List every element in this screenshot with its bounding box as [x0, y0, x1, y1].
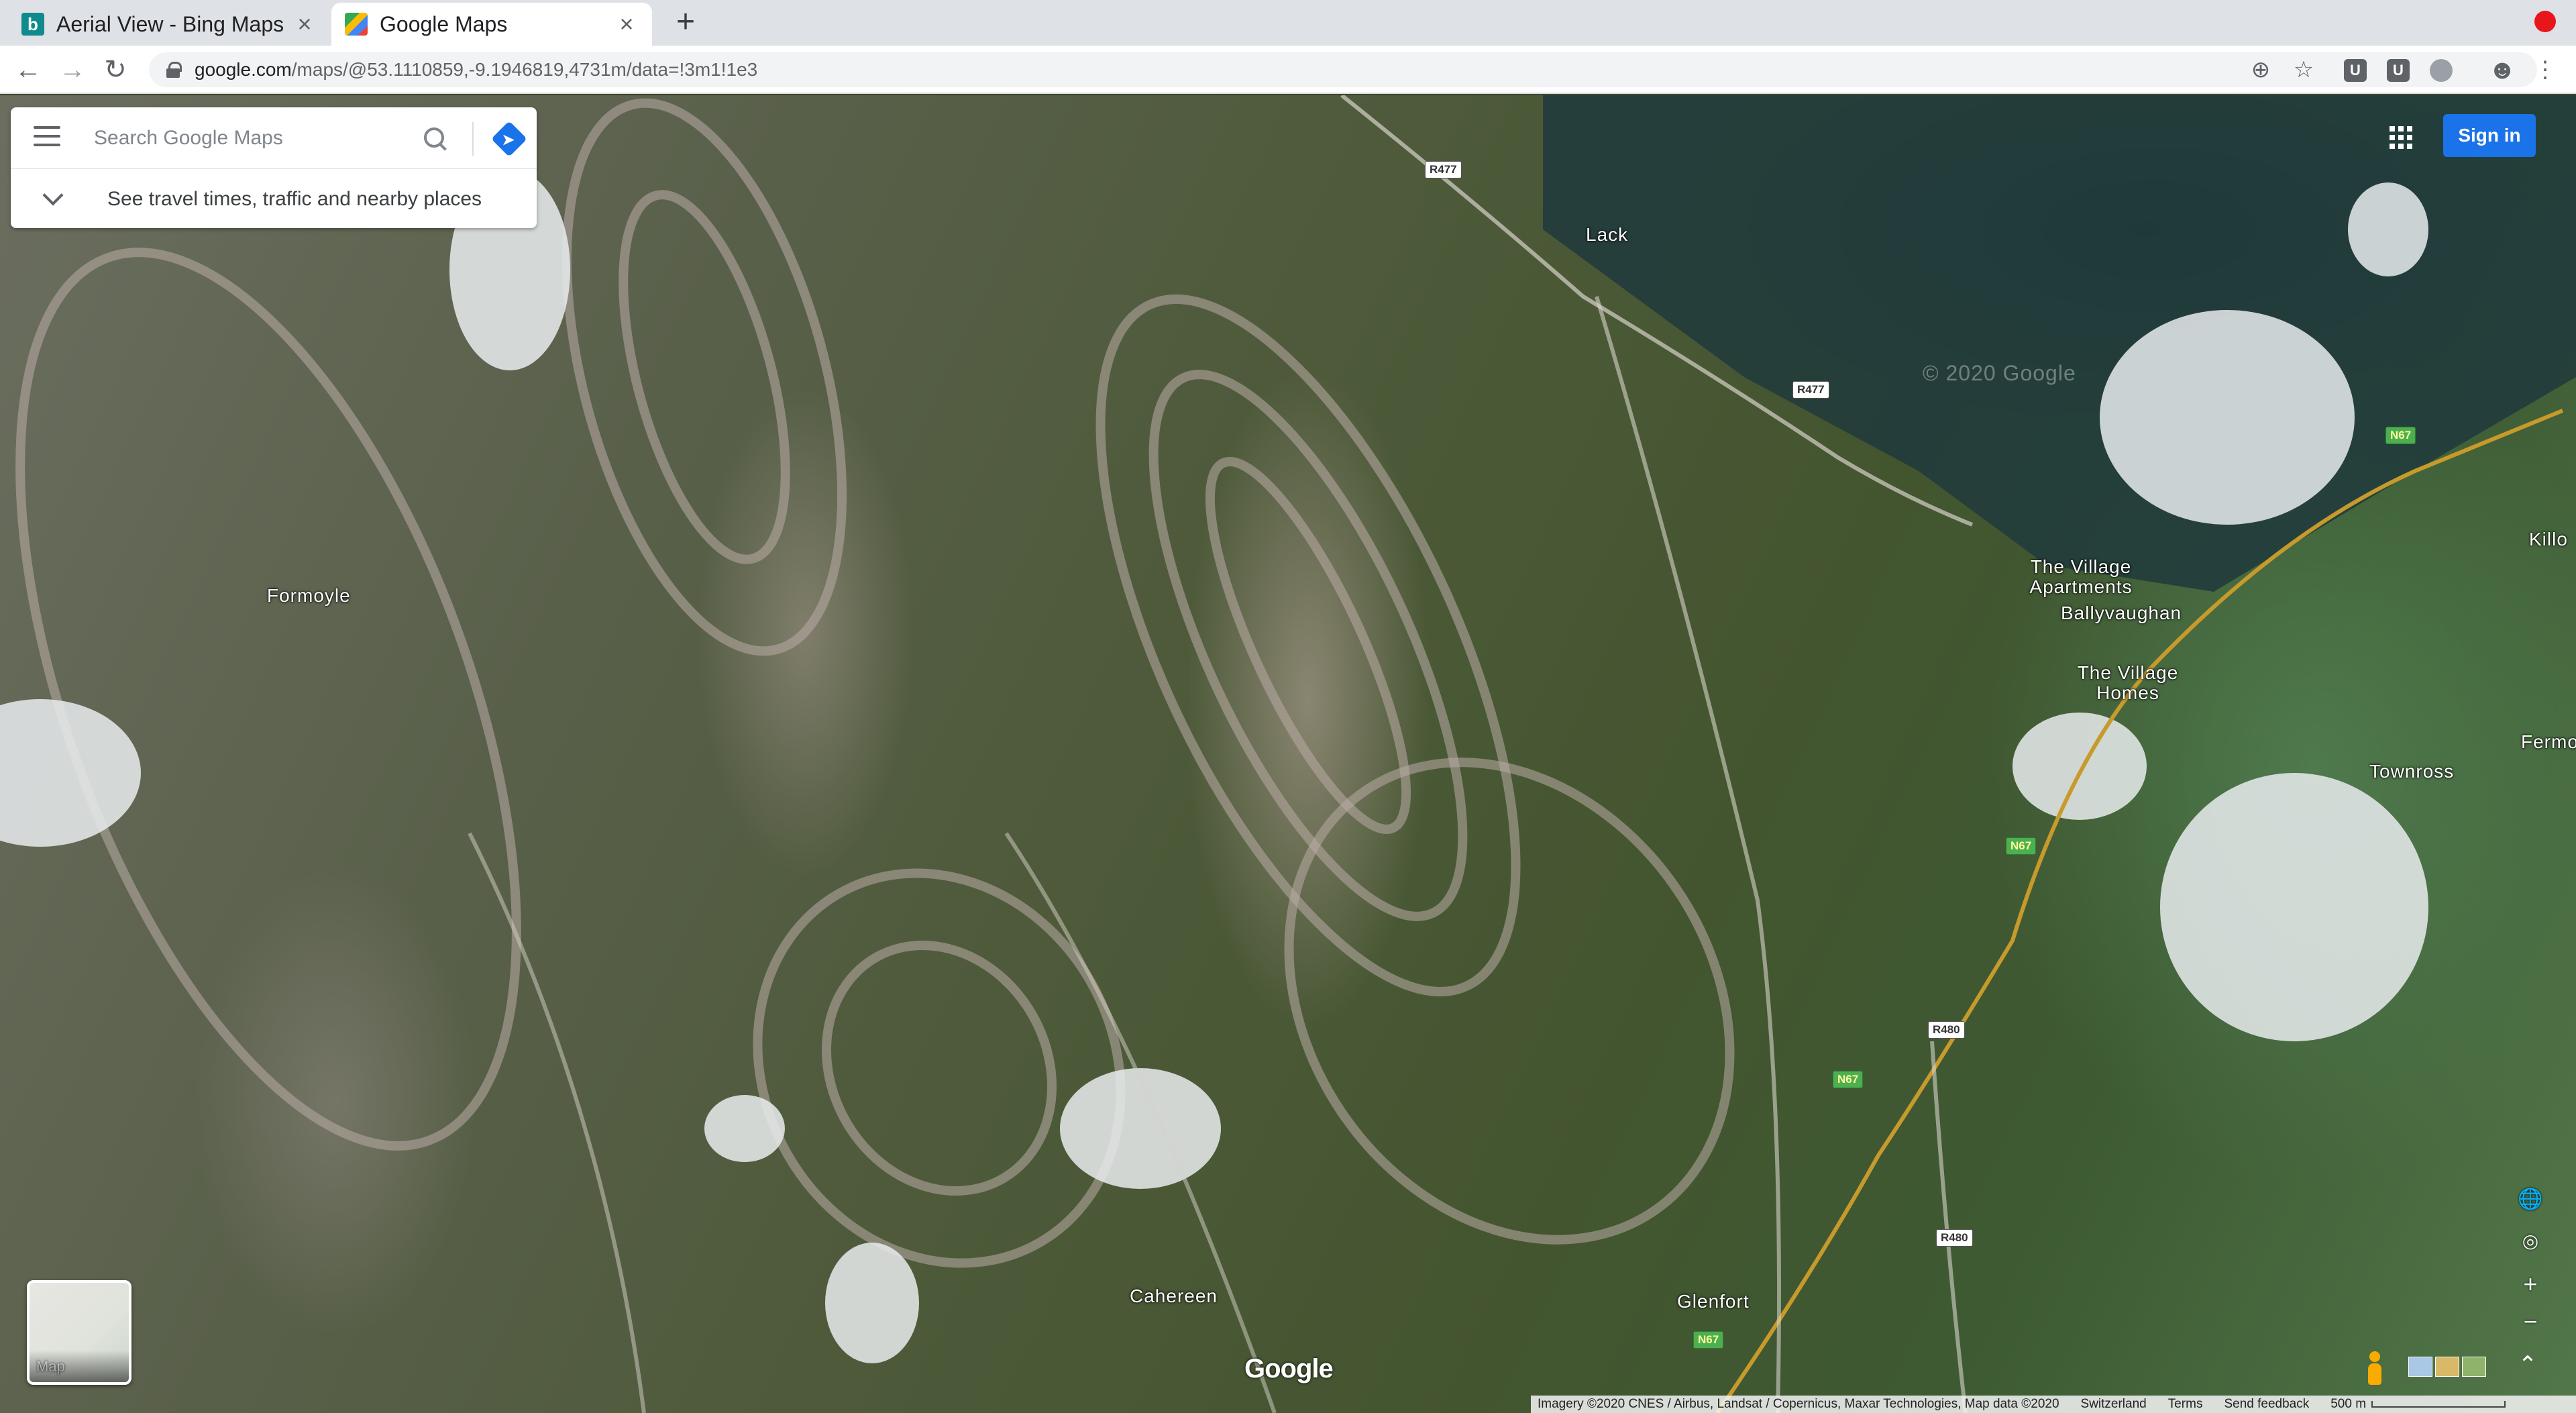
map-footer: Imagery ©2020 CNES / Airbus, Landsat / C… [1531, 1396, 2576, 1413]
terrain-layer [0, 95, 2576, 1413]
road-shield: R480 [1936, 1229, 1973, 1247]
sign-in-button[interactable]: Sign in [2443, 114, 2536, 157]
kebab-menu-icon[interactable]: ⋮ [2529, 54, 2561, 86]
search-input[interactable] [94, 123, 396, 153]
zoom-out-button[interactable]: − [2513, 1304, 2548, 1339]
terms-link[interactable]: Terms [2168, 1397, 2203, 1412]
bookmark-star-icon[interactable]: ☆ [2288, 54, 2320, 86]
map-watermark: © 2020 Google [1923, 361, 2076, 385]
url-host: google.com [195, 59, 292, 80]
road-shield: N67 [1833, 1071, 1864, 1088]
region-link[interactable]: Switzerland [2081, 1397, 2147, 1412]
place-label[interactable]: Killo [2529, 529, 2568, 550]
place-label[interactable]: Cahereen [1130, 1286, 1218, 1307]
tab-bing-maps[interactable]: b Aerial View - Bing Maps × [8, 3, 330, 46]
travel-times-label: See travel times, traffic and nearby pla… [107, 188, 482, 210]
tab-close-icon[interactable]: × [292, 10, 317, 38]
scale-bar [2371, 1401, 2506, 1408]
scale-label[interactable]: 500 m [2330, 1397, 2366, 1412]
bing-icon: b [21, 13, 44, 36]
place-label[interactable]: The Village Apartments [2027, 557, 2135, 597]
satellite-map[interactable]: Lack Formoyle The Village Apartments Bal… [0, 95, 2576, 1413]
road-shield: N67 [2385, 427, 2416, 444]
tab-title: Google Maps [380, 11, 508, 36]
pegman-icon[interactable] [2361, 1349, 2388, 1389]
record-indicator-icon [2534, 11, 2556, 32]
forward-arrow-icon[interactable]: → [56, 54, 89, 86]
send-feedback-link[interactable]: Send feedback [2224, 1397, 2309, 1412]
search-row: ➤ [11, 107, 537, 169]
zoom-in-button[interactable]: + [2513, 1267, 2548, 1302]
place-label[interactable]: Ballyvaughan [2061, 603, 2182, 624]
map-layer-toggle[interactable]: Map [27, 1280, 131, 1385]
imagery-thumb[interactable] [2462, 1357, 2486, 1377]
place-label[interactable]: Formoyle [267, 585, 351, 607]
browser-toolbar: ← → ↻ google.com/maps/@53.1110859,-9.194… [0, 46, 2576, 94]
profile-avatar-icon[interactable]: ☻ [2486, 54, 2518, 86]
place-label[interactable]: The Village Homes [2069, 663, 2187, 703]
globe-icon[interactable]: 🌐 [2513, 1182, 2548, 1217]
tab-title: Aerial View - Bing Maps [56, 11, 284, 36]
road-shield: R477 [1792, 381, 1829, 399]
google-apps-grid-icon[interactable] [2387, 123, 2414, 150]
tab-close-icon[interactable]: × [614, 10, 639, 38]
url-path: /maps/@53.1110859,-9.1946819,4731m/data=… [291, 59, 758, 80]
back-arrow-icon[interactable]: ← [12, 54, 44, 86]
directions-icon[interactable]: ➤ [491, 121, 527, 157]
place-label[interactable]: Townross [2369, 761, 2454, 782]
chevron-down-icon [42, 185, 64, 206]
imagery-thumbnails[interactable] [2408, 1357, 2486, 1377]
extension-u-icon[interactable]: U [2387, 59, 2410, 82]
place-label[interactable]: Fermo [2521, 731, 2576, 753]
imagery-thumb[interactable] [2408, 1357, 2432, 1377]
tab-google-maps[interactable]: Google Maps × [331, 3, 652, 46]
new-tab-button[interactable]: + [668, 5, 703, 40]
place-label[interactable]: Glenfort [1677, 1291, 1750, 1312]
road-shield: R480 [1928, 1021, 1965, 1039]
road-shield: N67 [2006, 837, 2037, 855]
imagery-thumb[interactable] [2435, 1357, 2459, 1377]
google-logo: Google [1244, 1354, 1334, 1383]
browser-tab-bar: b Aerial View - Bing Maps × Google Maps … [0, 0, 2576, 46]
travel-times-row[interactable]: See travel times, traffic and nearby pla… [11, 170, 537, 228]
extension-u-icon[interactable]: U [2344, 59, 2367, 82]
extension-globe-icon[interactable] [2430, 59, 2453, 82]
imagery-attribution: Imagery ©2020 CNES / Airbus, Landsat / C… [1538, 1397, 2059, 1411]
layer-label: Map [36, 1358, 65, 1375]
expand-chevron-up-icon[interactable]: ⌃ [2514, 1351, 2541, 1378]
location-target-icon[interactable]: ⊕ [2245, 54, 2277, 86]
road-shield: R477 [1425, 161, 1462, 178]
search-icon[interactable] [421, 125, 451, 154]
google-maps-icon [345, 13, 368, 36]
divider [472, 122, 474, 156]
hamburger-menu-icon[interactable] [34, 126, 60, 150]
road-shield: N67 [1693, 1331, 1724, 1349]
address-bar[interactable]: google.com/maps/@53.1110859,-9.1946819,4… [149, 52, 2537, 87]
reload-icon[interactable]: ↻ [99, 54, 131, 86]
place-label[interactable]: Lack [1586, 224, 1628, 246]
lock-icon [166, 62, 182, 78]
my-location-icon[interactable]: ◎ [2513, 1224, 2548, 1259]
search-panel: ➤ See travel times, traffic and nearby p… [11, 107, 537, 228]
